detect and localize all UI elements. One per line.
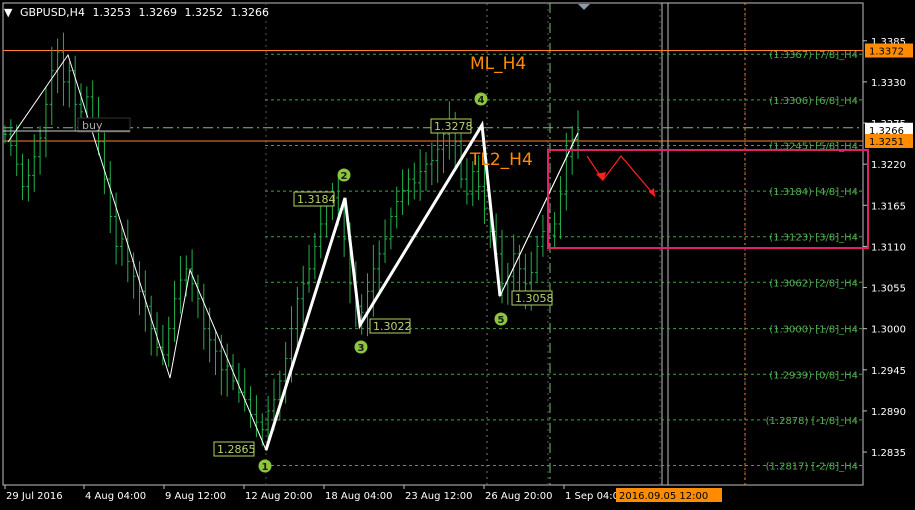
buy-label: buy: [82, 119, 103, 132]
price-axis-label: 1.3165: [871, 201, 906, 212]
wave-number-label: 3: [358, 343, 365, 354]
murrey-level-label: (1.3000) [1/8]_H4: [769, 325, 858, 336]
tl2-h4-label: TL2_H4: [469, 150, 533, 170]
cursor-time-tag: 2016.09.05 12:00: [619, 491, 708, 502]
header-caret-icon: ▼: [4, 6, 13, 19]
open-value: 1.3253: [92, 6, 131, 19]
wave-number-label: 5: [498, 315, 505, 326]
price-axis-label: 1.3110: [871, 242, 906, 253]
time-axis-label: 23 Aug 12:00: [405, 491, 472, 502]
price-axis-label: 1.3330: [871, 78, 906, 89]
price-axis: 1.33851.33301.32751.32201.31651.31101.30…: [863, 37, 906, 459]
price-chart[interactable]: (1.3367) [7/8]_H4(1.3306) [6/8]_H4(1.324…: [0, 0, 915, 510]
chart-header: ▼ GBPUSD,H4 1.3253 1.3269 1.3252 1.3266: [4, 6, 273, 19]
symbol-label: GBPUSD,H4: [19, 6, 85, 19]
price-axis-label: 1.3220: [871, 160, 906, 171]
close-value: 1.3266: [230, 6, 269, 19]
time-axis-label: 18 Aug 04:00: [325, 491, 392, 502]
price-tag-upper: 1.3372: [869, 47, 904, 58]
murrey-level-label: (1.3123) [3/8]_H4: [769, 233, 858, 244]
zigzag-label: 1.3278: [434, 120, 473, 133]
ml-h4-label: ML_H4: [470, 54, 526, 74]
zigzag-label: 1.3184: [297, 193, 336, 206]
murrey-level-label: (1.3184) [4/8]_H4: [769, 187, 858, 198]
price-axis-label: 1.2945: [871, 366, 906, 377]
plot-frame: [2, 2, 864, 486]
murrey-level-label: (1.3367) [7/8]_H4: [769, 50, 858, 61]
murrey-level-label: (1.2939) [0/8]_H4: [769, 370, 858, 381]
price-axis-label: 1.2835: [871, 448, 906, 459]
murrey-level-label: (1.3306) [6/8]_H4: [769, 96, 858, 107]
time-axis-label: 12 Aug 20:00: [245, 491, 312, 502]
low-value: 1.3252: [184, 6, 223, 19]
murrey-level-label: (1.3062) [2/8]_H4: [769, 278, 858, 289]
price-axis-label: 1.2890: [871, 407, 906, 418]
time-axis-label: 4 Aug 04:00: [85, 491, 146, 502]
time-axis-label: 9 Aug 12:00: [165, 491, 226, 502]
price-axis-label: 1.3000: [871, 325, 906, 336]
wave-number-label: 4: [478, 95, 485, 106]
murrey-level-label: (1.2817) [-2/8]_H4: [766, 462, 858, 473]
zigzag-label: 1.3058: [515, 292, 554, 305]
price-axis-label: 1.3055: [871, 284, 906, 295]
wave-number-label: 2: [341, 171, 348, 182]
murrey-level-label: (1.2878) [-1/8]_H4: [766, 416, 858, 427]
price-tag-lower: 1.3251: [869, 137, 904, 148]
high-value: 1.3269: [138, 6, 177, 19]
wave-number-label: 1: [262, 462, 269, 473]
zigzag-label: 1.3022: [373, 320, 412, 333]
time-axis-label: 29 Jul 2016: [6, 491, 63, 502]
zigzag-label: 1.2865: [217, 443, 256, 456]
time-axis-label: 26 Aug 20:00: [485, 491, 552, 502]
